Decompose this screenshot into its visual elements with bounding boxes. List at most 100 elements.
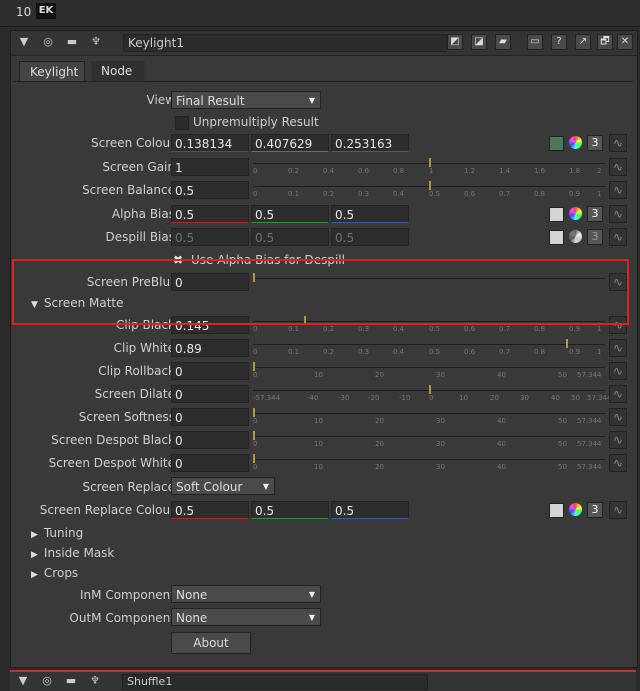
- despot-white-field[interactable]: 0: [171, 454, 249, 472]
- replace-colour-b-field[interactable]: 0.5: [331, 501, 409, 519]
- float-icon[interactable]: ↗: [575, 34, 591, 50]
- unpremultiply-checkbox[interactable]: [175, 116, 189, 130]
- screen-colour-r-field[interactable]: 0.138134: [171, 134, 249, 152]
- slider-handle[interactable]: [253, 431, 255, 440]
- screen-replace-colour-label: Screen Replace Colour: [39, 503, 175, 517]
- colour-wheel-icon[interactable]: [569, 230, 582, 243]
- clip-rollback-slider[interactable]: 0 10 20 30 40 50 57.344: [253, 362, 605, 382]
- alpha-bias-b-field[interactable]: 0.5: [331, 205, 409, 223]
- slider-handle[interactable]: [429, 158, 431, 167]
- animation-curve-icon[interactable]: ∿: [609, 362, 627, 380]
- camera-icon[interactable]: ▬: [62, 673, 80, 689]
- animation-curve-icon[interactable]: ∿: [609, 228, 627, 246]
- node-name-field[interactable]: Keylight1: [123, 34, 447, 52]
- channel-count-badge[interactable]: 3: [587, 206, 603, 222]
- view-dropdown[interactable]: Final Result ▼: [171, 91, 321, 109]
- animation-curve-icon[interactable]: ∿: [609, 454, 627, 472]
- animation-curve-icon[interactable]: ∿: [609, 158, 627, 176]
- slider-handle[interactable]: [253, 362, 255, 371]
- despill-bias-b-field[interactable]: 0.5: [331, 228, 409, 246]
- tuning-section[interactable]: ▶ Tuning: [31, 525, 83, 541]
- animation-curve-icon[interactable]: ∿: [609, 431, 627, 449]
- inm-component-dropdown[interactable]: None ▼: [171, 585, 321, 603]
- inside-mask-label: Inside Mask: [43, 546, 115, 560]
- animation-curve-icon[interactable]: ∿: [609, 385, 627, 403]
- viewer-icon[interactable]: ◎: [38, 673, 56, 689]
- colour-wheel-icon[interactable]: [569, 136, 582, 149]
- tuning-label: Tuning: [43, 526, 84, 540]
- close-icon[interactable]: ✕: [617, 34, 633, 50]
- unpremultiply-label: Unpremultiply Result: [193, 115, 319, 129]
- animation-curve-icon[interactable]: ∿: [609, 408, 627, 426]
- colour-swatch-icon[interactable]: [549, 503, 564, 518]
- shuffle-node-name[interactable]: Shuffle1: [122, 674, 428, 690]
- channel-count-badge[interactable]: 3: [587, 135, 603, 151]
- screen-softness-field[interactable]: 0: [171, 408, 249, 426]
- outm-component-dropdown[interactable]: None ▼: [171, 608, 321, 626]
- channel-count-badge[interactable]: 3: [587, 229, 603, 245]
- colour-swatch-icon[interactable]: [549, 230, 564, 245]
- slider-handle[interactable]: [429, 385, 431, 394]
- screen-colour-b-field[interactable]: 0.253163: [331, 134, 409, 152]
- despot-white-slider[interactable]: 0 10 20 30 40 50 57.344: [253, 454, 605, 474]
- blank-icon[interactable]: ▭: [527, 34, 543, 50]
- screen-gain-field[interactable]: 1: [171, 158, 249, 176]
- screen-colour-g-field[interactable]: 0.407629: [251, 134, 329, 152]
- animation-curve-icon[interactable]: ∿: [609, 134, 627, 152]
- despot-black-field[interactable]: 0: [171, 431, 249, 449]
- animation-curve-icon[interactable]: ∿: [609, 205, 627, 223]
- screen-dilate-slider[interactable]: -57.344 -40 -30 -20 -10 0 10 20 30 40 50 57.344: [253, 385, 612, 405]
- pin-icon[interactable]: ▰: [495, 34, 511, 50]
- animation-curve-icon[interactable]: ∿: [609, 181, 627, 199]
- screen-dilate-field[interactable]: 0: [171, 385, 249, 403]
- channel-count-badge[interactable]: 3: [587, 502, 603, 518]
- about-button[interactable]: About: [171, 632, 251, 654]
- split-icon[interactable]: ◪: [471, 34, 487, 50]
- colour-picker-icon[interactable]: [549, 136, 564, 151]
- screen-replace-dropdown[interactable]: Soft Colour ▼: [171, 477, 275, 495]
- maximize-icon[interactable]: 🗗: [597, 34, 613, 50]
- crops-label: Crops: [43, 566, 79, 580]
- tab-keylight[interactable]: Keylight: [19, 61, 85, 82]
- collapse-icon[interactable]: ▼: [14, 673, 32, 689]
- tool-icon[interactable]: ♆: [86, 673, 104, 689]
- slider-handle[interactable]: [566, 339, 568, 348]
- keylight-controls: View Final Result ▼ Unpremultiply Result …: [13, 81, 633, 662]
- animation-curve-icon[interactable]: ∿: [609, 501, 627, 519]
- top-bar: 10 EK: [0, 0, 640, 27]
- viewer-icon[interactable]: ◎: [39, 34, 57, 50]
- despill-bias-g-field[interactable]: 0.5: [251, 228, 329, 246]
- despot-black-slider[interactable]: 0 10 20 30 40 50 57.344: [253, 431, 605, 451]
- crops-section[interactable]: ▶ Crops: [31, 565, 78, 581]
- despot-black-label: Screen Despot Black: [51, 433, 175, 447]
- screen-balance-slider[interactable]: 0 0.1 0.2 0.3 0.4 0.5 0.6 0.7 0.8 0.9 1: [253, 181, 605, 201]
- colour-swatch-icon[interactable]: [549, 207, 564, 222]
- colour-wheel-icon[interactable]: [569, 503, 582, 516]
- animation-curve-icon[interactable]: ∿: [609, 339, 627, 357]
- camera-icon[interactable]: ▬: [63, 34, 81, 50]
- replace-colour-r-field[interactable]: 0.5: [171, 501, 249, 519]
- slider-handle[interactable]: [429, 181, 431, 190]
- screen-balance-field[interactable]: 0.5: [171, 181, 249, 199]
- despill-bias-r-field[interactable]: 0.5: [171, 228, 249, 246]
- screen-gain-slider[interactable]: 0 0.2 0.4 0.6 0.8 1 1.2 1.4 1.6 1.8 2: [253, 158, 605, 178]
- outm-value: None: [176, 611, 208, 625]
- screen-softness-slider[interactable]: 0 10 20 30 40 50 57.344: [253, 408, 605, 428]
- alpha-bias-r-field[interactable]: 0.5: [171, 205, 249, 223]
- clip-white-field[interactable]: 0.89: [171, 339, 249, 357]
- tool-icon[interactable]: ♆: [87, 34, 105, 50]
- collapse-icon[interactable]: ▼: [15, 34, 33, 50]
- view-value: Final Result: [176, 94, 245, 108]
- slider-handle[interactable]: [253, 454, 255, 463]
- slider-handle[interactable]: [253, 408, 255, 417]
- clip-white-slider[interactable]: 0 0.1 0.2 0.3 0.4 0.5 0.6 0.7 0.8 0.9 1: [253, 339, 605, 359]
- collapsed-triangle-icon: ▶: [31, 550, 38, 560]
- mask-icon[interactable]: ◩: [447, 34, 463, 50]
- inside-mask-section[interactable]: ▶ Inside Mask: [31, 545, 114, 561]
- alpha-bias-g-field[interactable]: 0.5: [251, 205, 329, 223]
- clip-rollback-field[interactable]: 0: [171, 362, 249, 380]
- replace-colour-g-field[interactable]: 0.5: [251, 501, 329, 519]
- help-icon[interactable]: ?: [551, 34, 567, 50]
- tab-node[interactable]: Node: [91, 61, 145, 81]
- colour-wheel-icon[interactable]: [569, 207, 582, 220]
